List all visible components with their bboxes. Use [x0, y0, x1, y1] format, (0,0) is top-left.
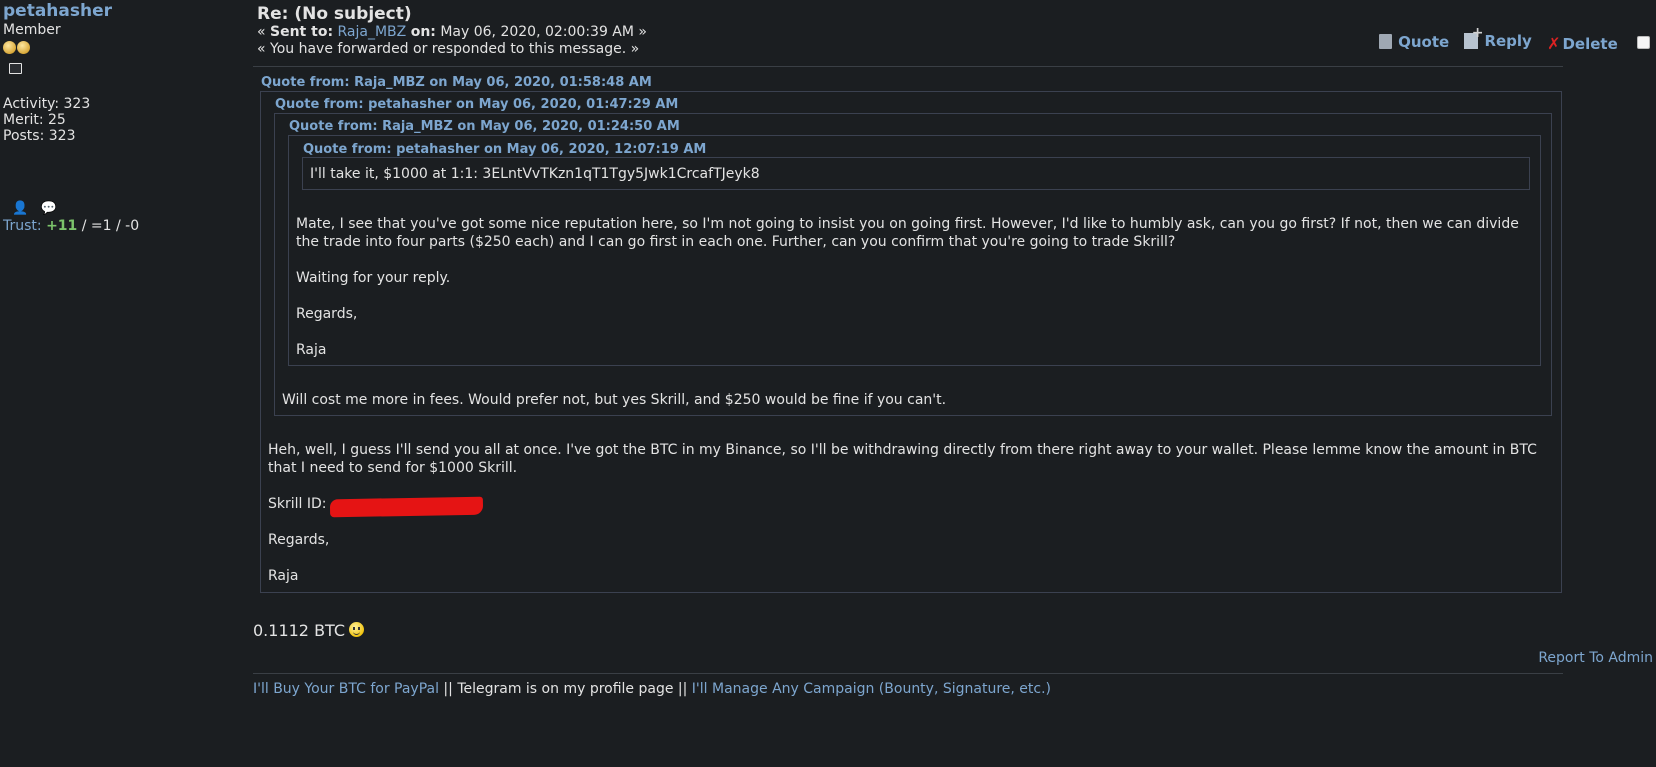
quote-label: Quote — [1398, 32, 1450, 51]
rank-coins — [3, 41, 253, 57]
message-subject: Re: (No subject) — [257, 4, 412, 24]
poster-stats: Activity: 323 Merit: 25 Posts: 323 — [3, 96, 253, 144]
coin-icon — [17, 41, 30, 54]
quote1-regards: Regards, — [268, 532, 330, 548]
signature-telegram-text: || Telegram is on my profile page || — [438, 681, 692, 697]
skrill-id-label: Skrill ID: — [268, 496, 327, 512]
user-profile-icon[interactable]: 👤 — [12, 201, 28, 216]
quote1-header[interactable]: Quote from: Raja_MBZ on May 06, 2020, 01… — [261, 75, 652, 90]
delete-icon: ✗ — [1547, 34, 1561, 53]
poster-username[interactable]: petahasher — [3, 0, 253, 22]
trust-rest: / =1 / -0 — [77, 218, 140, 234]
merit-stat: Merit: 25 — [3, 112, 66, 128]
smiley-icon — [349, 622, 365, 637]
quote1-paragraph: Heh, well, I guess I'll send you all at … — [268, 442, 1537, 476]
quote3-paragraph: Mate, I see that you've got some nice re… — [296, 216, 1519, 250]
signature: I'll Buy Your BTC for PayPal || Telegram… — [253, 681, 1051, 697]
report-to-admin-link[interactable]: Report To Admin — [1538, 650, 1653, 666]
posts-stat: Posts: 323 — [3, 128, 76, 144]
quote4-text: I'll take it, $1000 at 1:1: 3ELntVvTKzn1… — [310, 166, 760, 182]
poster-rank: Member — [3, 22, 61, 38]
delete-label: Delete — [1562, 34, 1618, 53]
quote1-signoff: Raja — [268, 568, 299, 584]
on-label: on: — [410, 24, 436, 40]
coin-icon — [3, 41, 16, 54]
message-bubble-icon[interactable]: 💬 — [41, 201, 57, 216]
signature-divider — [253, 673, 1563, 674]
quote3-regards: Regards, — [296, 306, 358, 322]
header-divider — [253, 66, 1563, 67]
signature-link-paypal[interactable]: I'll Buy Your BTC for PayPal — [253, 681, 439, 697]
quote-button[interactable]: Quote — [1379, 33, 1449, 51]
reply-icon — [1464, 25, 1483, 49]
reply-label: Reply — [1484, 32, 1532, 50]
user-icons: 👤 💬 — [12, 200, 253, 218]
window-icon — [9, 63, 22, 74]
quote3-waiting: Waiting for your reply. — [296, 270, 451, 286]
quote-icon — [1379, 34, 1393, 49]
signature-link-campaign[interactable]: I'll Manage Any Campaign (Bounty, Signat… — [692, 681, 1051, 697]
quote3-signoff: Raja — [296, 342, 327, 358]
sent-prefix: « — [257, 24, 271, 40]
select-checkbox[interactable] — [1637, 36, 1650, 49]
post-body: 0.1112 BTC — [253, 621, 365, 640]
trust-line: Trust: +11 / =1 / -0 — [3, 218, 253, 234]
reply-button[interactable]: Reply — [1464, 25, 1532, 50]
trust-label[interactable]: Trust: — [3, 218, 42, 234]
redacted-email — [329, 496, 484, 518]
quote2-header[interactable]: Quote from: petahasher on May 06, 2020, … — [275, 97, 678, 112]
sent-date: May 06, 2020, 02:00:39 AM » — [440, 24, 647, 40]
quote2-text: Will cost me more in fees. Would prefer … — [282, 392, 947, 408]
quote3-header[interactable]: Quote from: Raja_MBZ on May 06, 2020, 01… — [289, 119, 680, 134]
btc-amount: 0.1112 BTC — [253, 621, 346, 640]
activity-stat: Activity: 323 — [3, 96, 91, 112]
message-actions: Quote Reply ✗Delete — [1369, 25, 1650, 53]
quote4-header[interactable]: Quote from: petahasher on May 06, 2020, … — [303, 142, 706, 157]
poster-info: petahasher Member Activity: 323 Merit: 2… — [3, 0, 253, 234]
trust-positive: +11 — [46, 218, 78, 234]
recipient-link[interactable]: Raja_MBZ — [338, 24, 407, 40]
sent-to-label: Sent to: — [270, 24, 334, 40]
delete-button[interactable]: ✗ Delete — [1547, 34, 1618, 53]
